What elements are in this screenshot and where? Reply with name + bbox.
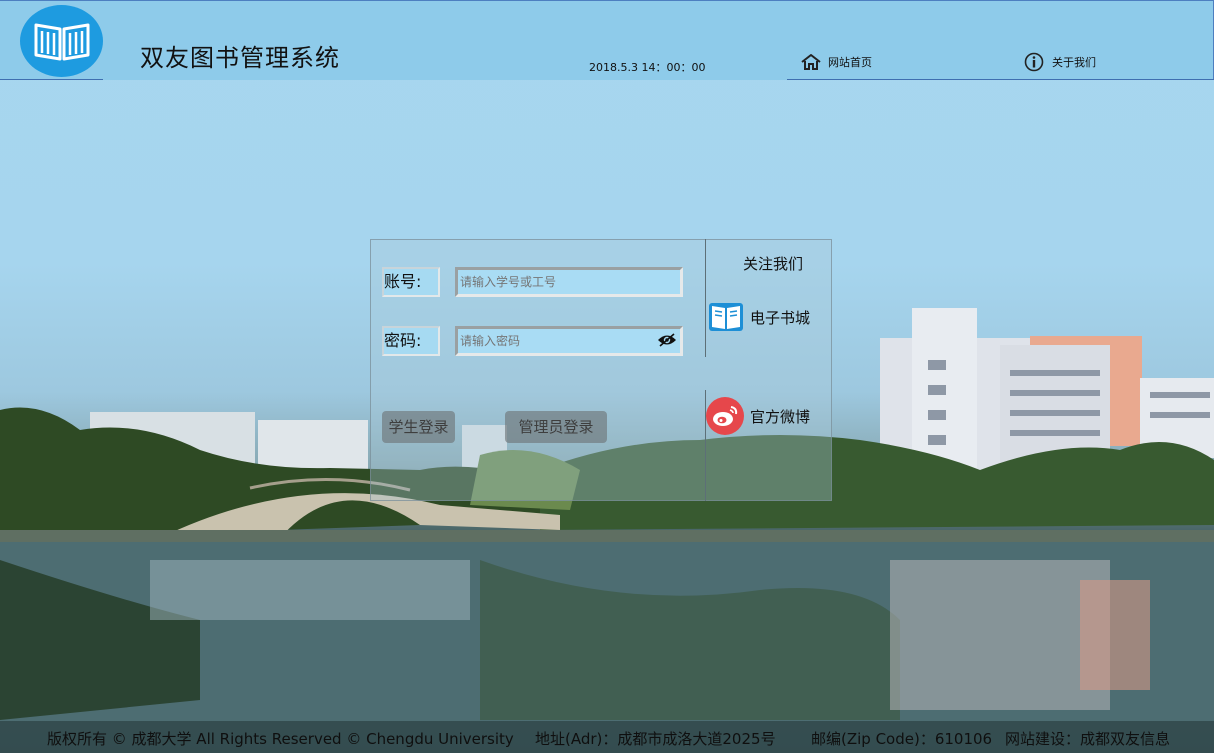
- nav-home-link[interactable]: 网站首页: [800, 53, 872, 71]
- logo-badge[interactable]: [20, 5, 103, 77]
- app-title: 双友图书管理系统: [140, 44, 340, 72]
- follow-us-title: 关注我们: [743, 255, 804, 273]
- panel-divider-top: [705, 239, 706, 357]
- footer-zip: 邮编(Zip Code)：610106: [811, 730, 993, 748]
- ebook-store-label: 电子书城: [750, 308, 811, 327]
- admin-login-button[interactable]: 管理员登录: [505, 411, 607, 443]
- account-input[interactable]: [455, 267, 683, 297]
- ebook-store-link[interactable]: 电子书城: [708, 300, 810, 334]
- book-icon: [709, 303, 743, 331]
- nav-about-link[interactable]: 关于我们: [1024, 52, 1096, 72]
- nav-home-label: 网站首页: [828, 56, 872, 69]
- header-underline-right: [787, 79, 1214, 80]
- eye-icon[interactable]: [657, 333, 677, 347]
- footer-builder: 网站建设：成都双友信息: [1005, 730, 1171, 748]
- nav-about-label: 关于我们: [1052, 56, 1096, 69]
- footer-copyright: 版权所有 © 成都大学 All Rights Reserved © Chengd…: [47, 730, 514, 748]
- current-datetime: 2018.5.3 14：00：00: [589, 61, 706, 74]
- info-icon: [1024, 52, 1044, 72]
- password-label: 密码:: [382, 326, 440, 356]
- open-book-icon: [34, 23, 89, 61]
- weibo-link[interactable]: 官方微博: [706, 397, 810, 435]
- student-login-button[interactable]: 学生登录: [382, 411, 455, 443]
- weibo-label: 官方微博: [750, 407, 811, 426]
- account-label: 账号:: [382, 267, 440, 297]
- weibo-icon: [706, 397, 744, 435]
- password-input[interactable]: [455, 326, 683, 356]
- house-icon: [801, 54, 821, 70]
- footer-address: 地址(Adr)：成都市成洛大道2025号: [535, 730, 776, 748]
- header-underline-left: [0, 79, 103, 80]
